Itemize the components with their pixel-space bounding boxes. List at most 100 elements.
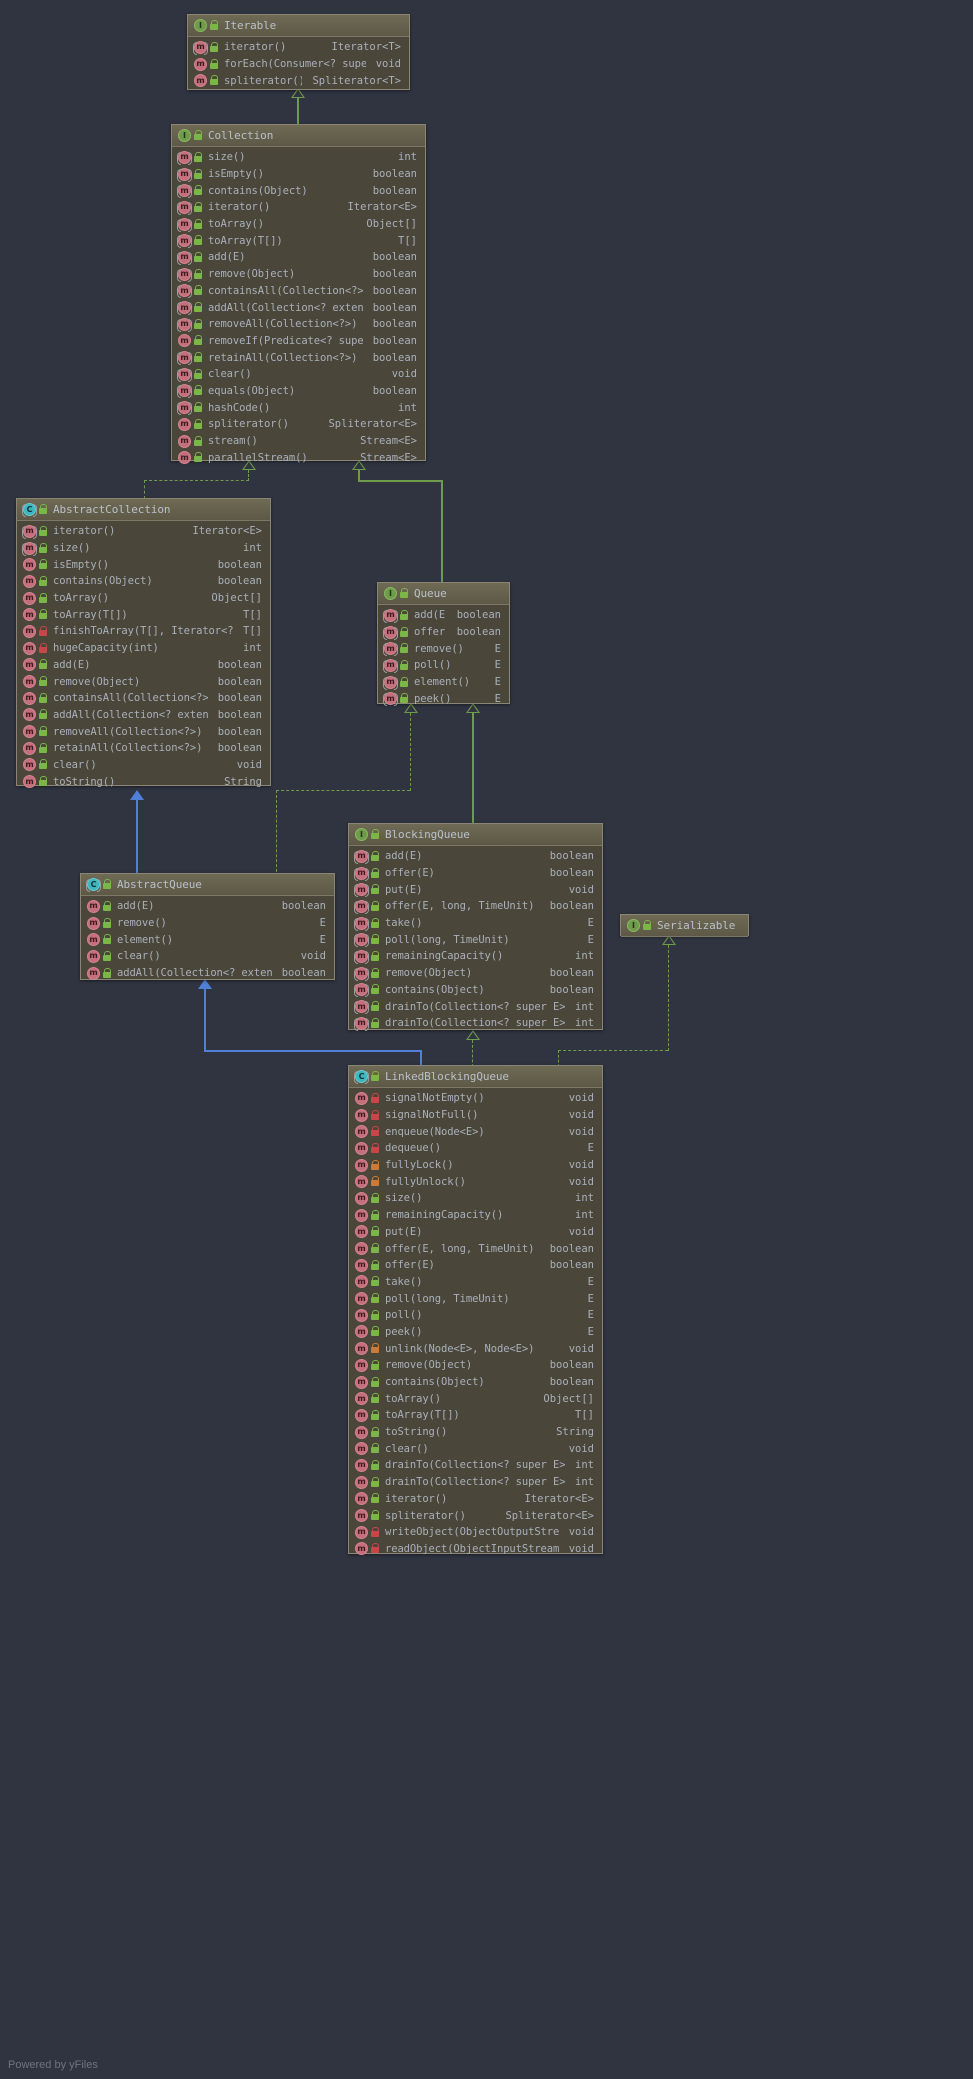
member-row[interactable]: m removeIf(Predicate<? super E>) boolean (172, 333, 425, 350)
member-row[interactable]: m hashCode() int (172, 399, 425, 416)
member-row[interactable]: m readObject(ObjectInputStream) void (349, 1541, 602, 1558)
member-row[interactable]: m offer(E) boolean (349, 865, 602, 882)
member-row[interactable]: m poll(long, TimeUnit) E (349, 1290, 602, 1307)
public-lock-icon (39, 609, 48, 620)
member-row[interactable]: m finishToArray(T[], Iterator<?>) T[] (17, 623, 270, 640)
class-box-blockingqueue[interactable]: I BlockingQueue m add(E) boolean m offer(E) boo… (348, 823, 603, 1032)
member-row[interactable]: m writeObject(ObjectOutputStream) void (349, 1524, 602, 1541)
member-row[interactable]: m removeAll(Collection<?>) boolean (17, 723, 270, 740)
member-row[interactable]: m iterator() Iterator<T> (188, 39, 409, 56)
member-row[interactable]: m remove() E (81, 915, 334, 932)
member-row[interactable]: m toArray(T[]) T[] (349, 1407, 602, 1424)
member-row[interactable]: m retainAll(Collection<?>) boolean (17, 740, 270, 757)
member-row[interactable]: m toString() String (349, 1424, 602, 1441)
member-row[interactable]: m add(E) boolean (378, 607, 509, 624)
class-box-linkedblockingqueue[interactable]: C LinkedBlockingQueue m signalNotEmpty() voi… (348, 1065, 603, 1556)
member-row[interactable]: m poll(long, TimeUnit) E (349, 931, 602, 948)
member-row[interactable]: m contains(Object) boolean (349, 982, 602, 999)
member-row[interactable]: m drainTo(Collection<? super E>) int (349, 1457, 602, 1474)
member-row[interactable]: m spliterator() Spliterator<E> (172, 416, 425, 433)
member-row[interactable]: m remove(Object) boolean (349, 965, 602, 982)
member-row[interactable]: m unlink(Node<E>, Node<E>) void (349, 1340, 602, 1357)
member-row[interactable]: m poll() E (378, 657, 509, 674)
member-row[interactable]: m clear() void (349, 1440, 602, 1457)
member-row[interactable]: m containsAll(Collection<?>) boolean (172, 283, 425, 300)
member-row[interactable]: m remainingCapacity() int (349, 948, 602, 965)
member-row[interactable]: m stream() Stream<E> (172, 433, 425, 450)
member-row[interactable]: m add(E) boolean (172, 249, 425, 266)
member-row[interactable]: m offer(E, long, TimeUnit) boolean (349, 1240, 602, 1257)
member-row[interactable]: m iterator() Iterator<E> (17, 523, 270, 540)
member-row[interactable]: m remainingCapacity() int (349, 1207, 602, 1224)
member-row[interactable]: m peek() E (349, 1324, 602, 1341)
member-row[interactable]: m containsAll(Collection<?>) boolean (17, 690, 270, 707)
member-row[interactable]: m put(E) void (349, 881, 602, 898)
member-row[interactable]: m contains(Object) boolean (17, 573, 270, 590)
member-row[interactable]: m toArray() Object[] (17, 590, 270, 607)
member-row[interactable]: m drainTo(Collection<? super E>) int (349, 998, 602, 1015)
member-row[interactable]: m isEmpty() boolean (172, 166, 425, 183)
member-row[interactable]: m size() int (172, 149, 425, 166)
member-row[interactable]: m offer(E) boolean (378, 624, 509, 641)
member-row[interactable]: m fullyUnlock() void (349, 1173, 602, 1190)
member-row[interactable]: m signalNotFull() void (349, 1107, 602, 1124)
class-box-collection[interactable]: I Collection m size() int m isEmpty() boolean m c… (171, 124, 426, 465)
member-row[interactable]: m add(E) boolean (349, 848, 602, 865)
member-row[interactable]: m toArray() Object[] (349, 1390, 602, 1407)
member-row[interactable]: m toArray(T[]) T[] (172, 232, 425, 249)
public-lock-icon (194, 352, 203, 363)
member-row[interactable]: m isEmpty() boolean (17, 556, 270, 573)
member-row[interactable]: m element() E (81, 931, 334, 948)
member-row[interactable]: m size() int (17, 540, 270, 557)
member-row[interactable]: m offer(E) boolean (349, 1257, 602, 1274)
member-row[interactable]: m clear() void (17, 757, 270, 774)
member-row[interactable]: m remove(Object) boolean (17, 673, 270, 690)
member-row[interactable]: m signalNotEmpty() void (349, 1090, 602, 1107)
member-row[interactable]: m offer(E, long, TimeUnit) boolean (349, 898, 602, 915)
member-row[interactable]: m addAll(Collection<? extends E>) boolean (17, 707, 270, 724)
class-box-abstractqueue[interactable]: C AbstractQueue m add(E) boolean m remove() Em e… (80, 873, 335, 980)
member-row[interactable]: m iterator() Iterator<E> (349, 1491, 602, 1508)
member-row[interactable]: m retainAll(Collection<?>) boolean (172, 349, 425, 366)
member-row[interactable]: m put(E) void (349, 1224, 602, 1241)
member-row[interactable]: m take() E (349, 1274, 602, 1291)
class-box-abstractcollection[interactable]: C AbstractCollection m iterator() Iterator<E… (16, 498, 271, 789)
member-row[interactable]: m element() E (378, 674, 509, 691)
class-box-iterable[interactable]: I Iterable m iterator() Iterator<T> m forEach(… (187, 14, 410, 90)
member-row[interactable]: m remove(Object) boolean (172, 266, 425, 283)
member-row[interactable]: m fullyLock() void (349, 1157, 602, 1174)
member-row[interactable]: m drainTo(Collection<? super E>, int) int (349, 1015, 602, 1032)
member-row[interactable]: m peek() E (378, 690, 509, 707)
member-row[interactable]: m toArray(T[]) T[] (17, 606, 270, 623)
member-row[interactable]: m poll() E (349, 1307, 602, 1324)
member-row[interactable]: m add(E) boolean (81, 898, 334, 915)
member-row[interactable]: m take() E (349, 915, 602, 932)
member-row[interactable]: m spliterator() Spliterator<E> (349, 1507, 602, 1524)
member-row[interactable]: m contains(Object) boolean (349, 1374, 602, 1391)
member-row[interactable]: m clear() void (81, 948, 334, 965)
member-row[interactable]: m toArray() Object[] (172, 216, 425, 233)
member-row[interactable]: m hugeCapacity(int) int (17, 640, 270, 657)
member-row[interactable]: m equals(Object) boolean (172, 383, 425, 400)
member-row[interactable]: m addAll(Collection<? extends E>) boolean (81, 965, 334, 982)
edge-lbq-to-serializable-v2 (668, 945, 669, 1051)
member-row[interactable]: m parallelStream() Stream<E> (172, 449, 425, 466)
member-row[interactable]: m remove(Object) boolean (349, 1357, 602, 1374)
member-row[interactable]: m enqueue(Node<E>) void (349, 1123, 602, 1140)
member-row[interactable]: m drainTo(Collection<? super E>, int) int (349, 1474, 602, 1491)
member-row[interactable]: m toString() String (17, 773, 270, 790)
member-row[interactable]: m forEach(Consumer<? super T>) void (188, 56, 409, 73)
member-row[interactable]: m contains(Object) boolean (172, 182, 425, 199)
member-row[interactable]: m addAll(Collection<? extends E>) boolean (172, 299, 425, 316)
method-icon: m (23, 708, 36, 722)
class-box-serializable[interactable]: I Serializable (620, 914, 749, 937)
member-row[interactable]: m dequeue() E (349, 1140, 602, 1157)
member-row[interactable]: m add(E) boolean (17, 657, 270, 674)
member-row[interactable]: m spliterator() Spliterator<T> (188, 72, 409, 89)
member-row[interactable]: m size() int (349, 1190, 602, 1207)
member-row[interactable]: m iterator() Iterator<E> (172, 199, 425, 216)
member-row[interactable]: m clear() void (172, 366, 425, 383)
member-row[interactable]: m removeAll(Collection<?>) boolean (172, 316, 425, 333)
class-box-queue[interactable]: I Queue m add(E) boolean m offer(E) boolean m rem… (377, 582, 510, 707)
member-row[interactable]: m remove() E (378, 640, 509, 657)
